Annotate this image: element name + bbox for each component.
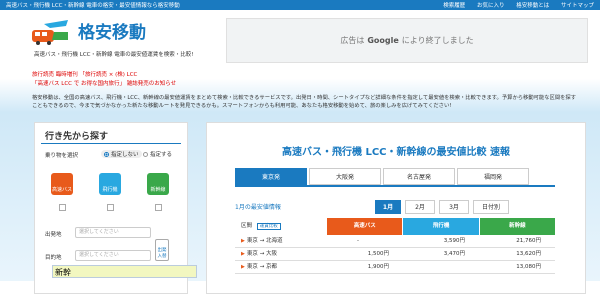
shinkansen-price-cell: 21,760円 [516, 238, 541, 244]
route-cell: 東京 → 京都 [246, 264, 277, 270]
price-comparison-title: 高速バス・飛行機 LCC・新幹線の最安値比較 速報 [281, 147, 510, 158]
table-header: 区間 運賃比較 高速バス 飛行機 新幹線 [235, 218, 556, 235]
sitemap-link[interactable]: サイトマップ [561, 3, 594, 9]
mode-bus-button[interactable]: 高速バス [51, 173, 73, 195]
bus-price-cell: 1,500円 [367, 251, 389, 257]
mode-bus-checkbox[interactable] [59, 204, 66, 211]
route-cell: 東京 → 北海道 [246, 238, 283, 244]
departure-select[interactable]: 選択してください [75, 227, 151, 238]
radio-dot-icon [104, 151, 109, 157]
mode-shinkansen-label: 新幹線 [150, 187, 166, 193]
bus-price-cell: 1,900円 [367, 264, 389, 270]
row-arrow-icon: ▶ [241, 251, 245, 257]
notice-link-1[interactable]: 旅行読売 臨時増刊 「旅行読売 × (株) LCC [32, 70, 137, 78]
ad-text-left: 広告は [340, 36, 365, 45]
mode-bus-label: 高速バス [51, 187, 72, 193]
shinkansen-header: 新幹線 [479, 218, 556, 235]
table-row[interactable]: ▶ 東京 → 京都 1,900円 13,080円 [235, 261, 555, 274]
departure-label: 出発地 [45, 232, 62, 238]
bus-header: 高速バス [327, 218, 403, 235]
site-tagline: 高速バス・飛行機 LCC・新幹線 電車の最安値運賃を検索・比較! [34, 52, 194, 58]
mode-plane-button[interactable]: 飛行機 [99, 173, 121, 195]
plane-price-cell: 3,590円 [443, 238, 465, 244]
mode-shinkansen-checkbox[interactable] [155, 204, 162, 211]
favorites-link[interactable]: お気に入り [477, 3, 505, 9]
radio-specified-label: 指定する [150, 152, 173, 158]
logo-icon[interactable] [30, 18, 70, 46]
ad-text-right: により終了しました [401, 36, 474, 45]
ad-brand: Google [367, 36, 399, 45]
mode-shinkansen-button[interactable]: 新幹線 [147, 173, 169, 195]
site-description: 高速バス・飛行機 LCC・新幹線 電車の格安・最安値情報なら格安移動 [6, 3, 180, 9]
divider [41, 143, 181, 144]
radio-unspecified[interactable]: 指定しない [101, 150, 142, 158]
radio-dot-icon [143, 151, 148, 157]
about-link[interactable]: 格安移動とは [516, 3, 549, 9]
shinkansen-price-cell: 13,620円 [516, 251, 541, 257]
table-row[interactable]: ▶ 東京 → 北海道 - 3,590円 21,760円 [235, 235, 555, 248]
tab-nagoya[interactable]: 名古屋発 [383, 168, 455, 185]
logo-text[interactable]: 格安移動 [78, 18, 146, 43]
month-feb-button[interactable]: 2月 [405, 200, 435, 214]
mode-plane-label: 飛行機 [102, 187, 118, 193]
route-header-label: 区間 [241, 223, 253, 229]
ime-composition-bar: 新幹 [52, 265, 197, 278]
mode-label: 乗り物を選択 [45, 153, 79, 159]
plane-header: 飛行機 [403, 218, 479, 235]
route-header: 区間 運賃比較 [235, 218, 326, 235]
notice-link-2[interactable]: 「高速バス LCC で お得な国内旅行」 雑誌発売のお知らせ [32, 79, 176, 87]
compare-badge[interactable]: 運賃比較 [256, 223, 281, 230]
tab-tokyo[interactable]: 東京発 [235, 168, 307, 185]
radio-unspecified-label: 指定しない [111, 152, 139, 158]
search-history-link[interactable]: 検索履歴 [443, 3, 465, 9]
radio-specified[interactable]: 指定する [143, 150, 172, 158]
search-panel-title: 行き先から探す [45, 132, 109, 142]
row-arrow-icon: ▶ [241, 264, 245, 270]
month-jan-button[interactable]: 1月 [375, 200, 401, 214]
by-date-button[interactable]: 日付別 [473, 200, 509, 214]
month-mar-button[interactable]: 3月 [439, 200, 469, 214]
tab-osaka[interactable]: 大阪発 [309, 168, 381, 185]
plane-price-cell: 3,470円 [443, 251, 465, 257]
destination-label: 目的地 [45, 255, 62, 261]
row-arrow-icon: ▶ [241, 238, 245, 244]
service-description: 格安移動は、全国の高速バス、飛行機・LCC、新幹線の最安値運賃をまとめて検索・比… [32, 95, 577, 109]
ad-banner: 広告は Google により終了しました [226, 18, 588, 63]
table-row[interactable]: ▶ 東京 → 大阪 1,500円 3,470円 13,620円 [235, 248, 555, 261]
month-header: 1月の最安値情報 [235, 204, 281, 211]
tab-underline [235, 185, 555, 187]
bus-price-cell: - [357, 238, 359, 244]
plane-price-cell [403, 261, 479, 273]
price-comparison-panel: 高速バス・飛行機 LCC・新幹線の最安値比較 速報 東京発 大阪発 名古屋発 福… [206, 122, 586, 294]
route-cell: 東京 → 大阪 [246, 251, 277, 257]
mode-plane-checkbox[interactable] [107, 204, 114, 211]
top-bar: 高速バス・飛行機 LCC・新幹線 電車の格安・最安値情報なら格安移動 検索履歴 … [0, 0, 600, 10]
tab-fukuoka[interactable]: 福岡発 [457, 168, 529, 185]
price-table: 区間 運賃比較 高速バス 飛行機 新幹線 ▶ 東京 → 北海道 - 3,590円 … [235, 218, 556, 274]
shinkansen-price-cell: 13,080円 [516, 264, 541, 270]
top-links: 検索履歴 お気に入り 格安移動とは サイトマップ [433, 1, 594, 9]
destination-select[interactable]: 選択してください [75, 250, 151, 261]
swap-button[interactable]: 出発入替 [155, 239, 169, 261]
origin-tabs: 東京発 大阪発 名古屋発 福岡発 [235, 168, 531, 185]
